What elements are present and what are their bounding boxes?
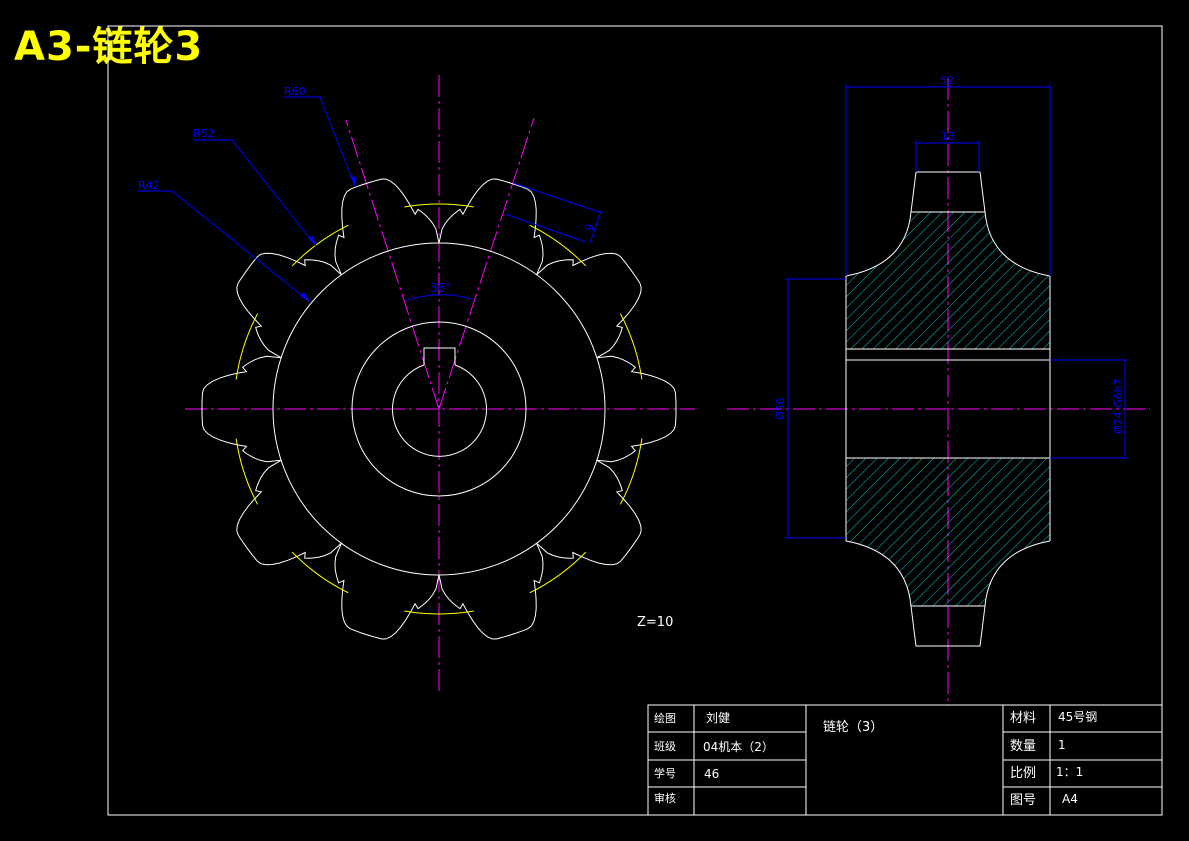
material-value: 45号钢 bbox=[1058, 710, 1097, 724]
pitch-arc bbox=[291, 224, 349, 267]
hatch-section-top bbox=[846, 212, 1050, 349]
tooth-dim-label: 9 bbox=[582, 222, 597, 233]
title-block-text: 绘图 刘健 班级 04机本（2） 学号 46 审核 链轮（3） 材料 45号钢 … bbox=[654, 710, 1097, 808]
qty-label: 数量 bbox=[1010, 739, 1036, 754]
r42-label: R42 bbox=[138, 179, 160, 192]
teeth-count-label: Z=10 bbox=[637, 615, 673, 630]
scale-label: 比例 bbox=[1010, 766, 1036, 781]
hub-dim-label: 18 bbox=[941, 130, 955, 143]
cad-drawing: 36° R60 R52 R42 9 Z=10 52 18 Ø56 Ø24 G6h… bbox=[107, 25, 1163, 816]
pitch-arc bbox=[619, 438, 643, 505]
side-view: 52 18 Ø56 Ø24 G6h7 bbox=[727, 74, 1150, 706]
pitch-arc bbox=[235, 438, 259, 505]
qty-value: 1 bbox=[1058, 738, 1066, 752]
id-label: 学号 bbox=[654, 766, 676, 780]
part-name: 链轮（3） bbox=[823, 720, 883, 735]
id-value: 46 bbox=[704, 767, 719, 781]
construction-line-left bbox=[345, 119, 440, 410]
r60-leader bbox=[284, 96, 356, 187]
pitch-arc bbox=[619, 313, 643, 380]
bore-dim-label: Ø24 G6h7 bbox=[1112, 378, 1125, 434]
tooth-dim-ext-1 bbox=[512, 182, 603, 214]
pitch-arc bbox=[529, 551, 587, 594]
pitch-arc bbox=[291, 551, 349, 594]
pitch-arc bbox=[235, 313, 259, 380]
r60-label: R60 bbox=[284, 85, 306, 98]
r52-label: R52 bbox=[193, 127, 215, 140]
r52-leader bbox=[193, 139, 317, 247]
drawing-border bbox=[107, 25, 1163, 816]
pitch-arc bbox=[529, 224, 587, 267]
sheet-label: 图号 bbox=[1010, 793, 1036, 808]
angle-dimension-label: 36° bbox=[430, 281, 451, 295]
class-value: 04机本（2） bbox=[703, 740, 774, 754]
material-label: 材料 bbox=[1010, 711, 1036, 726]
scale-value: 1：1 bbox=[1056, 765, 1083, 779]
sheet-value: A4 bbox=[1062, 792, 1078, 806]
r60-arrowhead bbox=[350, 176, 356, 186]
r42-leader bbox=[138, 190, 311, 303]
width-dim-label: 52 bbox=[940, 74, 954, 87]
dia-dim-label: Ø56 bbox=[774, 397, 787, 420]
review-label: 审核 bbox=[654, 791, 676, 805]
class-label: 班级 bbox=[654, 740, 676, 753]
pitch-arc bbox=[404, 203, 474, 208]
drawn-value: 刘健 bbox=[706, 711, 730, 725]
r42-arrowhead bbox=[300, 292, 310, 302]
hatch-section-bottom bbox=[846, 458, 1050, 606]
tooth-dim-ext-2 bbox=[504, 213, 587, 243]
drawn-label: 绘图 bbox=[654, 711, 676, 725]
front-view: 36° R60 R52 R42 9 Z=10 bbox=[138, 75, 695, 692]
